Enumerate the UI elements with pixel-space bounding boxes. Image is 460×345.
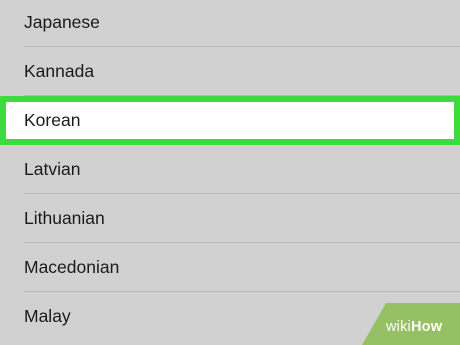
language-row-kannada[interactable]: Kannada [0,47,460,96]
watermark-text: wikiHow [386,319,442,335]
language-label: Kannada [24,61,95,81]
language-label: Latvian [24,159,81,179]
language-row-lithuanian[interactable]: Lithuanian [0,194,460,243]
watermark-wiki: wiki [386,319,411,335]
wikihow-watermark: wikiHow [362,303,460,345]
language-label: Macedonian [24,257,120,277]
language-row-korean[interactable]: Korean [0,96,460,145]
language-list: Japanese Kannada Korean Latvian Lithuani… [0,0,460,341]
language-row-macedonian[interactable]: Macedonian [0,243,460,292]
watermark-how: How [410,319,443,335]
language-row-latvian[interactable]: Latvian [0,145,460,194]
language-label: Japanese [24,12,100,32]
language-label: Korean [24,110,81,130]
language-label: Lithuanian [24,208,105,228]
language-row-japanese[interactable]: Japanese [0,0,460,47]
language-label: Malay [24,306,71,326]
